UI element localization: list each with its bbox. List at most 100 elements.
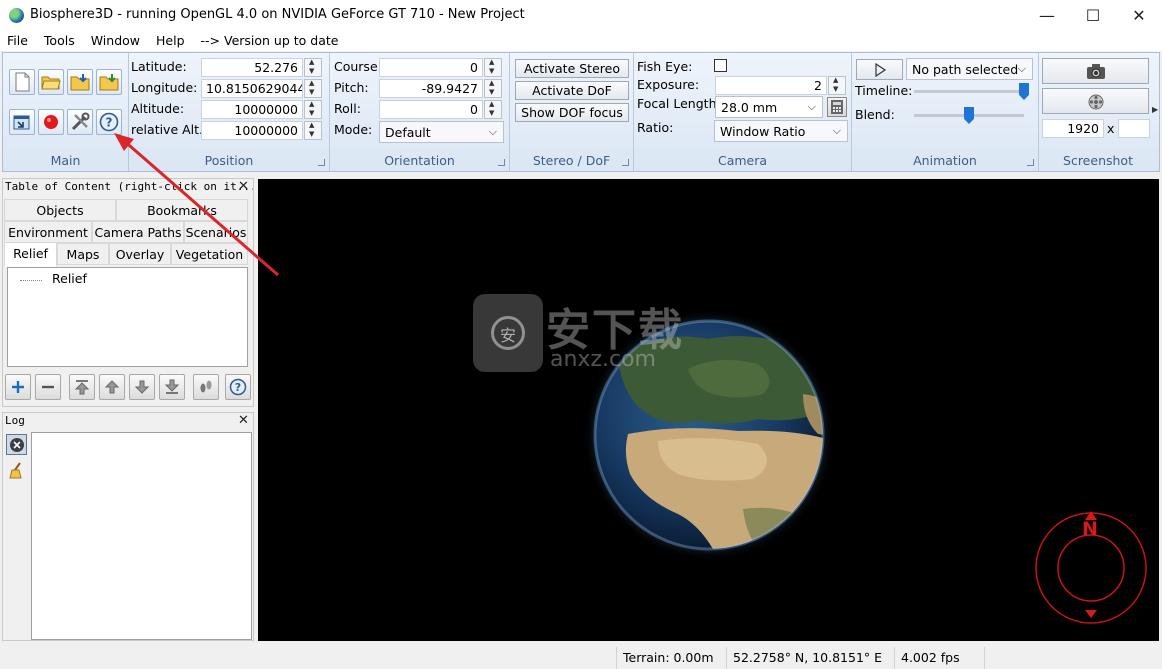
- import-button[interactable]: [9, 109, 35, 135]
- move-down-button[interactable]: [129, 374, 155, 400]
- screenshot-width-field[interactable]: 1920: [1042, 119, 1104, 138]
- minimize-button[interactable]: —: [1024, 0, 1070, 30]
- timeline-slider-thumb[interactable]: [1019, 83, 1029, 100]
- animation-dialog-launcher[interactable]: [1027, 159, 1034, 166]
- altitude-spinner[interactable]: [304, 100, 322, 119]
- show-dof-focus-button[interactable]: Show DOF focus: [515, 103, 629, 122]
- exposure-field[interactable]: 2: [715, 76, 827, 95]
- watermark-en-text: anxz.com: [550, 347, 656, 372]
- broom-button[interactable]: [6, 460, 27, 481]
- focal-length-label: Focal Length:: [637, 96, 721, 111]
- log-panel: Log ✕: [2, 412, 254, 641]
- chevron-down-icon: ⌵: [488, 125, 497, 138]
- status-coordinates: 52.2758° N, 10.8151° E: [726, 647, 894, 669]
- tab-relief[interactable]: Relief: [4, 242, 57, 267]
- add-layer-button[interactable]: [5, 374, 31, 400]
- relative-altitude-spinner[interactable]: [304, 121, 322, 140]
- course-field[interactable]: 0: [379, 58, 483, 77]
- chevron-down-icon: ⌵: [832, 124, 841, 137]
- help-icon: ?: [229, 378, 247, 396]
- globe-viewport[interactable]: 安 安下载 anxz.com N: [258, 179, 1159, 641]
- tab-environment[interactable]: Environment: [4, 221, 92, 243]
- ratio-select[interactable]: Window Ratio ⌵: [714, 120, 848, 142]
- focal-length-select[interactable]: 28.0 mm ⌵: [715, 96, 823, 118]
- save-as-project-button[interactable]: [96, 69, 122, 95]
- course-spinner[interactable]: [484, 58, 502, 77]
- maximize-button[interactable]: ☐: [1070, 0, 1116, 30]
- open-folder-icon: [41, 76, 61, 90]
- path-select[interactable]: No path selected ⌵: [906, 58, 1033, 80]
- screenshot-height-field[interactable]: [1118, 119, 1150, 138]
- open-project-button[interactable]: [38, 69, 64, 95]
- roll-field[interactable]: 0: [379, 100, 483, 119]
- log-close-icon[interactable]: ✕: [238, 413, 249, 428]
- orientation-dialog-launcher[interactable]: [498, 159, 505, 166]
- exposure-spinner[interactable]: [828, 76, 846, 95]
- animation-group-label: Animation: [913, 153, 977, 168]
- latitude-spinner[interactable]: [304, 58, 322, 77]
- position-dialog-launcher[interactable]: [318, 159, 325, 166]
- tree-connector: [20, 280, 42, 281]
- arrow-up-icon: [104, 380, 120, 394]
- camera-icon: [1086, 64, 1105, 79]
- orientation-group-label: Orientation: [384, 153, 455, 168]
- globe-render: [583, 309, 835, 561]
- footprint-button[interactable]: [193, 374, 219, 400]
- mode-select[interactable]: Default ⌵: [379, 121, 504, 143]
- activate-dof-button[interactable]: Activate DoF: [515, 81, 629, 100]
- ribbon-group-orientation: Course: 0 Pitch: -89.9427 Roll: 0 Mode: …: [330, 53, 510, 171]
- record-button[interactable]: [38, 109, 64, 135]
- close-button[interactable]: ✕: [1116, 0, 1162, 30]
- move-up-button[interactable]: [99, 374, 125, 400]
- latitude-field[interactable]: 52.276: [201, 58, 303, 77]
- longitude-spinner[interactable]: [304, 79, 322, 98]
- stereo-dialog-launcher[interactable]: [622, 159, 629, 166]
- fisheye-checkbox[interactable]: [714, 59, 727, 72]
- pitch-spinner[interactable]: [484, 79, 502, 98]
- log-panel-title: Log: [3, 413, 253, 429]
- timeline-label: Timeline:: [855, 83, 913, 98]
- move-top-button[interactable]: [69, 374, 95, 400]
- chevron-down-icon: ⌵: [1017, 62, 1026, 75]
- watermark-badge-text: 安: [491, 316, 525, 350]
- ratio-value: Window Ratio: [720, 124, 806, 139]
- pitch-field[interactable]: -89.9427: [379, 79, 483, 98]
- focal-length-value: 28.0 mm: [721, 100, 778, 115]
- new-project-button[interactable]: [9, 69, 35, 95]
- timeline-slider-track: [914, 90, 1024, 93]
- menu-version-status[interactable]: --> Version up to date: [193, 30, 347, 51]
- ribbon-overflow-arrow[interactable]: ▶: [1152, 105, 1158, 114]
- blend-slider-thumb[interactable]: [964, 107, 974, 124]
- take-screenshot-button[interactable]: [1042, 58, 1149, 84]
- activate-stereo-button[interactable]: Activate Stereo: [515, 59, 629, 78]
- compass-rose[interactable]: N: [1032, 506, 1150, 624]
- blend-label: Blend:: [855, 107, 895, 122]
- roll-spinner[interactable]: [484, 100, 502, 119]
- save-as-icon: [99, 74, 119, 91]
- toc-help-button[interactable]: ?: [225, 374, 251, 400]
- arrow-down-icon: [134, 380, 150, 394]
- menu-file[interactable]: File: [0, 30, 36, 51]
- move-bottom-button[interactable]: [159, 374, 185, 400]
- menu-window[interactable]: Window: [83, 30, 148, 51]
- wrench-screwdriver-icon: [71, 112, 90, 131]
- menu-help[interactable]: Help: [148, 30, 193, 51]
- broom-icon: [8, 461, 22, 478]
- plus-icon: [12, 381, 24, 393]
- ribbon-group-screenshot: 1920 x Screenshot: [1039, 53, 1157, 171]
- course-label: Course:: [334, 59, 382, 74]
- play-button[interactable]: [856, 59, 903, 80]
- svg-text:?: ?: [235, 381, 241, 394]
- record-icon: [44, 115, 58, 129]
- longitude-field[interactable]: 10.8150629044: [201, 79, 303, 98]
- record-video-button[interactable]: [1042, 88, 1149, 114]
- path-select-value: No path selected: [912, 62, 1019, 77]
- altitude-field[interactable]: 10000000: [201, 100, 303, 119]
- calculator-button[interactable]: [827, 97, 847, 117]
- settings-tools-button[interactable]: [67, 109, 93, 135]
- save-project-button[interactable]: [67, 69, 93, 95]
- remove-layer-button[interactable]: [35, 374, 61, 400]
- tree-item-relief[interactable]: Relief: [52, 271, 87, 286]
- clear-log-button[interactable]: [6, 434, 27, 455]
- menu-tools[interactable]: Tools: [36, 30, 83, 51]
